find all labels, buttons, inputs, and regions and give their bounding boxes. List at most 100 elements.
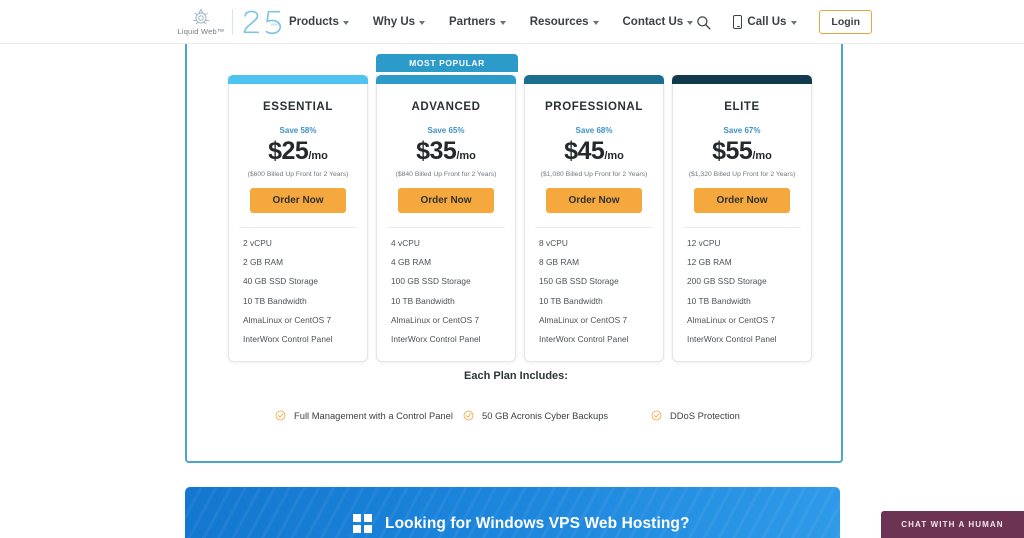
plan-name: ELITE <box>724 101 760 113</box>
plan-price-row: $35/mo <box>377 137 515 166</box>
plan-price: $35 <box>416 137 457 165</box>
included-features-row: Full Management with a Control Panel 50 … <box>275 409 775 422</box>
feature-item: AlmaLinux or CentOS 7 <box>391 314 480 325</box>
plan-billed-note: ($1,080 Billed Up Front for 2 Years) <box>540 171 648 178</box>
header-actions: Call Us Login <box>696 0 872 44</box>
plan-card-professional[interactable]: PROFESSIONAL Save 68% $45/mo ($1,080 Bil… <box>524 75 664 363</box>
plan-price: $45 <box>564 137 605 165</box>
included-feature-item: 50 GB Acronis Cyber Backups <box>463 409 651 422</box>
feature-item: 100 GB SSD Storage <box>391 276 471 287</box>
plan-feature-list: 2 vCPU 2 GB RAM 40 GB SSD Storage 10 TB … <box>229 228 367 344</box>
liquidweb-mark-icon <box>193 8 209 25</box>
site-header: Liquid Web™ years Products Why Us Partne… <box>0 0 1024 44</box>
order-now-button[interactable]: Order Now <box>694 188 790 213</box>
feature-item: 2 GB RAM <box>243 257 284 268</box>
plan-price-row: $25/mo <box>229 137 367 166</box>
nav-item-partners[interactable]: Partners <box>449 16 506 28</box>
card-accent-bar <box>376 75 516 84</box>
plan-period: /mo <box>308 150 328 162</box>
feature-item: InterWorx Control Panel <box>687 333 777 344</box>
plan-price-row: $55/mo <box>673 137 811 166</box>
page-root: Liquid Web™ years Products Why Us Partne… <box>0 0 1024 538</box>
feature-item: InterWorx Control Panel <box>539 333 629 344</box>
plan-card-advanced[interactable]: MOST POPULAR ADVANCED Save 65% $35/mo ($… <box>376 54 518 363</box>
logo-wordmark: Liquid Web™ <box>177 27 225 36</box>
call-us-button[interactable]: Call Us <box>733 15 798 29</box>
included-feature-label: DDoS Protection <box>670 410 740 421</box>
included-feature-item: Full Management with a Control Panel <box>275 409 463 422</box>
logo-divider <box>232 9 233 35</box>
nav-label: Why Us <box>372 16 416 28</box>
feature-item: 12 vCPU <box>687 238 721 248</box>
chevron-down-icon <box>342 21 349 25</box>
plan-card-essential[interactable]: ESSENTIAL Save 58% $25/mo ($600 Billed U… <box>228 75 368 363</box>
feature-item: 150 GB SSD Storage <box>539 276 619 287</box>
plan-price-row: $45/mo <box>525 137 663 166</box>
feature-item: 8 vCPU <box>539 238 568 248</box>
login-button[interactable]: Login <box>819 10 872 34</box>
feature-item: 12 GB RAM <box>687 257 732 268</box>
plan-feature-list: 12 vCPU 12 GB RAM 200 GB SSD Storage 10 … <box>673 228 811 344</box>
feature-item: InterWorx Control Panel <box>391 333 481 344</box>
feature-item: 8 GB RAM <box>539 257 580 268</box>
nav-item-resources[interactable]: Resources <box>530 16 599 28</box>
pricing-panel: ESSENTIAL Save 58% $25/mo ($600 Billed U… <box>185 44 843 463</box>
feature-item: InterWorx Control Panel <box>243 333 333 344</box>
plan-save-label: Save 65% <box>427 126 465 135</box>
feature-item: 4 vCPU <box>391 238 420 248</box>
banner-content: Looking for Windows VPS Web Hosting? <box>353 514 690 533</box>
plan-name: PROFESSIONAL <box>545 101 643 113</box>
chevron-down-icon <box>687 21 694 25</box>
windows-vps-banner[interactable]: Looking for Windows VPS Web Hosting? <box>185 487 840 538</box>
card-accent-bar <box>228 75 368 84</box>
plan-price: $25 <box>268 137 309 165</box>
most-popular-badge: MOST POPULAR <box>376 54 518 72</box>
order-now-button[interactable]: Order Now <box>250 188 346 213</box>
chevron-down-icon <box>791 21 798 25</box>
nav-item-products[interactable]: Products <box>289 16 349 28</box>
included-feature-label: 50 GB Acronis Cyber Backups <box>482 410 609 421</box>
primary-nav: Products Why Us Partners Resources Conta… <box>289 0 694 44</box>
included-feature-item: DDoS Protection <box>651 409 775 422</box>
feature-item: 10 TB Bandwidth <box>391 295 455 306</box>
nav-item-why-us[interactable]: Why Us <box>372 16 426 28</box>
search-icon[interactable] <box>696 15 711 30</box>
nav-label: Products <box>289 16 339 28</box>
plan-name: ADVANCED <box>411 101 481 113</box>
plan-save-label: Save 67% <box>723 126 761 135</box>
anniversary-25-icon: years <box>243 10 282 35</box>
plan-billed-note: ($600 Billed Up Front for 2 Years) <box>247 171 349 178</box>
site-logo[interactable]: Liquid Web™ years <box>177 6 285 38</box>
feature-item: 2 vCPU <box>243 238 272 248</box>
chat-widget-label: CHAT WITH A HUMAN <box>901 520 1004 529</box>
order-now-button[interactable]: Order Now <box>398 188 494 213</box>
included-feature-label: Full Management with a Control Panel <box>294 410 453 421</box>
feature-item: 10 TB Bandwidth <box>539 295 603 306</box>
chat-with-human-button[interactable]: CHAT WITH A HUMAN <box>881 511 1024 538</box>
plan-billed-note: ($840 Billed Up Front for 2 Years) <box>395 171 497 178</box>
feature-item: 10 TB Bandwidth <box>687 295 751 306</box>
pricing-cards: ESSENTIAL Save 58% $25/mo ($600 Billed U… <box>228 54 812 363</box>
feature-item: 4 GB RAM <box>391 257 432 268</box>
plan-period: /mo <box>604 150 624 162</box>
plan-name: ESSENTIAL <box>263 101 333 113</box>
liquidweb-logo-icon[interactable]: Liquid Web™ <box>177 8 225 36</box>
nav-item-contact-us[interactable]: Contact Us <box>623 16 694 28</box>
phone-icon <box>733 15 743 29</box>
order-now-button[interactable]: Order Now <box>546 188 642 213</box>
plan-card-elite[interactable]: ELITE Save 67% $55/mo ($1,320 Billed Up … <box>672 75 812 363</box>
feature-item: 10 TB Bandwidth <box>243 295 307 306</box>
nav-label: Partners <box>449 16 496 28</box>
check-circle-icon <box>463 410 474 421</box>
chevron-down-icon <box>419 21 426 25</box>
check-circle-icon <box>275 410 286 421</box>
check-circle-icon <box>651 410 662 421</box>
plan-period: /mo <box>456 150 476 162</box>
feature-item: AlmaLinux or CentOS 7 <box>539 314 628 325</box>
card-accent-bar <box>524 75 664 84</box>
plan-feature-list: 8 vCPU 8 GB RAM 150 GB SSD Storage 10 TB… <box>525 228 663 344</box>
chevron-down-icon <box>592 21 599 25</box>
feature-item: AlmaLinux or CentOS 7 <box>687 314 776 325</box>
plan-billed-note: ($1,320 Billed Up Front for 2 Years) <box>688 171 796 178</box>
call-us-label: Call Us <box>747 16 787 28</box>
